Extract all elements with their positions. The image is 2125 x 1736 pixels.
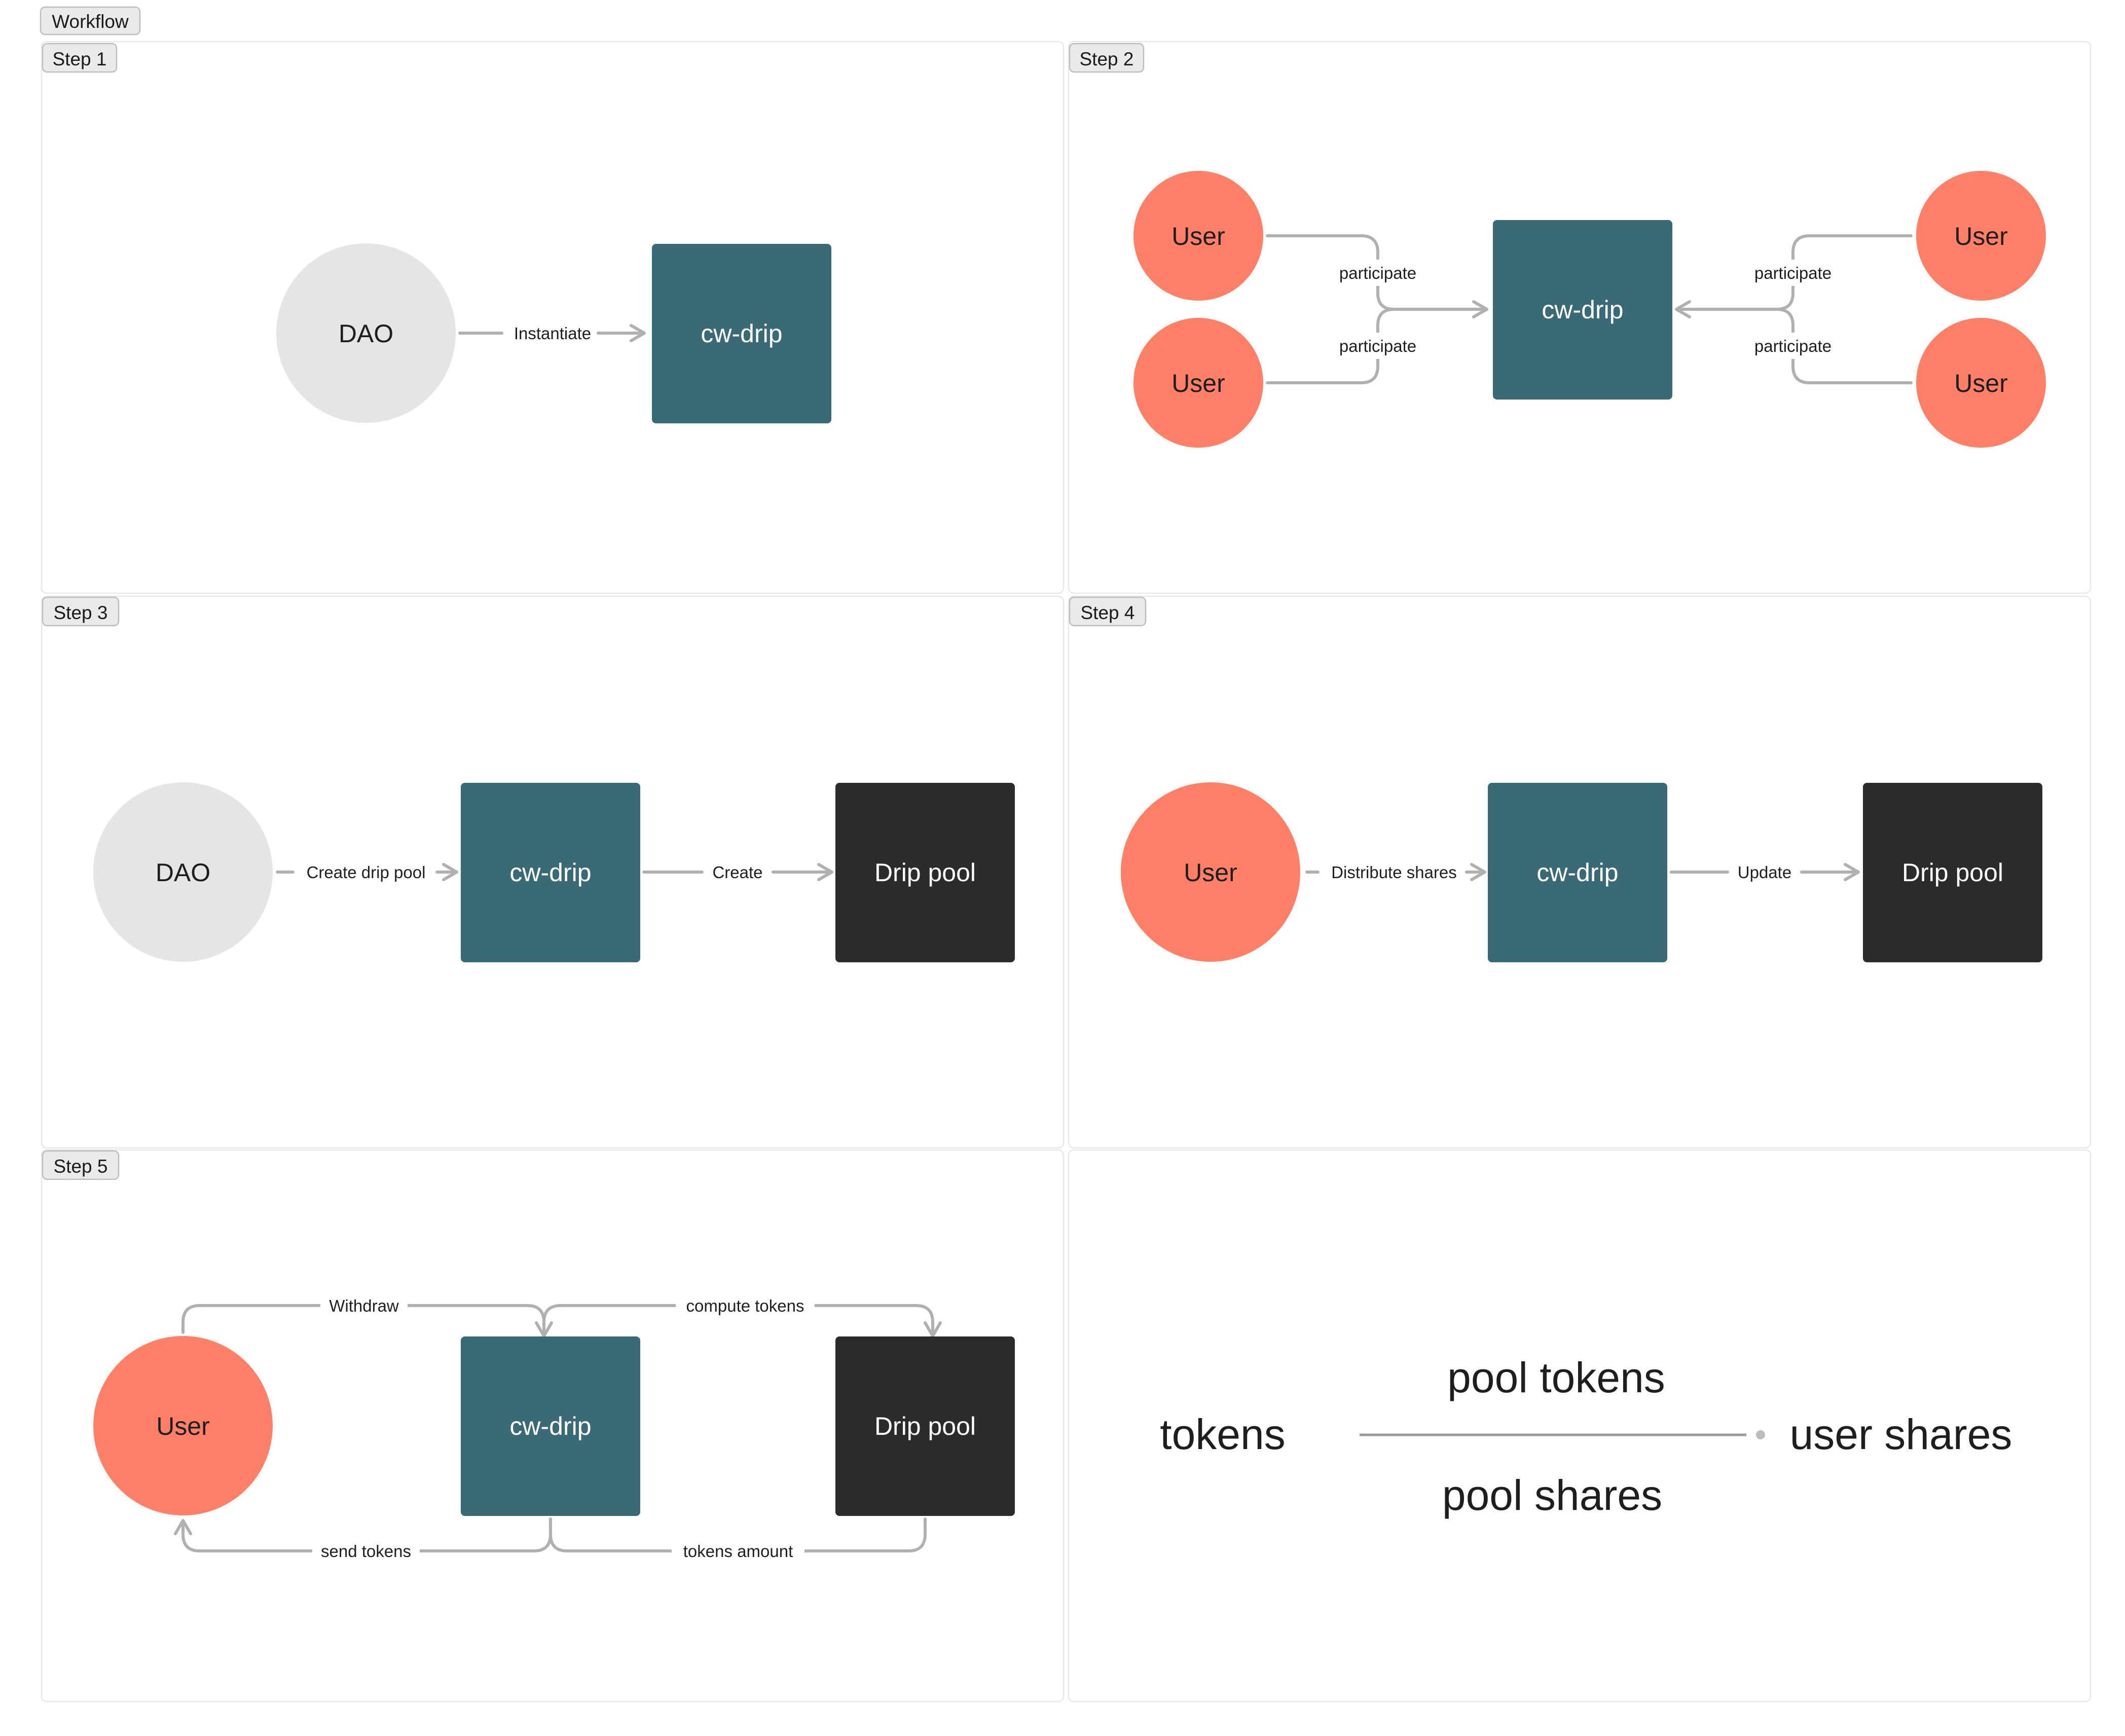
step-4-tag[interactable]: Step 4 <box>1069 596 1147 627</box>
cw-drip-node-label: cw-drip <box>1542 296 1623 324</box>
edge-label-participate-2: participate <box>1339 337 1416 355</box>
drip-pool-node-label: Drip pool <box>1902 858 2003 887</box>
edge-label-participate-1: participate <box>1339 264 1416 282</box>
user-node-2[interactable]: User <box>1133 318 1263 448</box>
cw-drip-node-label: cw-drip <box>701 319 782 348</box>
step-5-label: Step 5 <box>54 1156 108 1177</box>
drip-pool-node[interactable]: Drip pool <box>1863 783 2042 962</box>
edge-label-send-tokens: send tokens <box>321 1542 411 1561</box>
edge-label-create: Create <box>712 863 762 882</box>
edge-label-distribute-shares: Distribute shares <box>1331 863 1457 882</box>
multiply-dot <box>1756 1430 1765 1439</box>
step-1-label: Step 1 <box>53 49 107 69</box>
edge-label-compute-tokens: compute tokens <box>686 1296 804 1315</box>
dao-node-label: DAO <box>156 858 210 887</box>
user-node-3-label: User <box>1954 222 2008 250</box>
dao-node-label: DAO <box>339 319 393 348</box>
step-3-label: Step 3 <box>54 602 108 623</box>
user-node-2-label: User <box>1171 369 1225 397</box>
user-node-label: User <box>1184 858 1237 887</box>
edge-label-tokens-amount: tokens amount <box>683 1542 793 1561</box>
edge-label-participate-4: participate <box>1754 337 1831 355</box>
step-1-tag[interactable]: Step 1 <box>42 43 118 73</box>
step-3-tag[interactable]: Step 3 <box>42 596 120 627</box>
step-4-label: Step 4 <box>1081 602 1135 623</box>
dao-node[interactable]: DAO <box>93 782 273 962</box>
drip-pool-node-label: Drip pool <box>874 858 976 887</box>
edge-label-instantiate: Instantiate <box>514 324 591 343</box>
formula-numerator: pool tokens <box>1447 1354 1665 1401</box>
edge-label-update: Update <box>1738 863 1791 882</box>
step-3-diagram: Create drip pool Create DAO cw-drip Drip… <box>93 782 1015 962</box>
drip-pool-node[interactable]: Drip pool <box>835 783 1015 962</box>
workflow-tag[interactable]: Workflow <box>40 6 141 35</box>
step-2-label: Step 2 <box>1080 49 1134 69</box>
dao-node[interactable]: DAO <box>276 243 456 423</box>
formula-lhs: tokens <box>1160 1410 1286 1458</box>
workflow-title: Workflow <box>52 11 129 32</box>
drip-pool-node-label: Drip pool <box>874 1412 976 1440</box>
cw-drip-node-label: cw-drip <box>1536 858 1618 887</box>
cw-drip-node[interactable]: cw-drip <box>461 783 640 962</box>
user-node[interactable]: User <box>1121 782 1300 962</box>
workflow-canvas: Workflow Step 1 Step 2 Step 3 Step 4 Ste… <box>40 6 2092 1703</box>
drip-pool-node[interactable]: Drip pool <box>835 1336 1015 1516</box>
user-node-4[interactable]: User <box>1916 318 2046 448</box>
cw-drip-node-label: cw-drip <box>509 858 591 887</box>
edge-label-participate-3: participate <box>1754 264 1831 282</box>
formula-denominator: pool shares <box>1442 1471 1662 1519</box>
user-node[interactable]: User <box>93 1336 273 1515</box>
formula-rhs: user shares <box>1790 1410 2012 1458</box>
cw-drip-node-label: cw-drip <box>509 1412 591 1440</box>
step-4-diagram: Distribute shares Update User cw-drip Dr… <box>1121 782 2042 962</box>
step-5-tag[interactable]: Step 5 <box>42 1150 120 1180</box>
edge-label-create-drip-pool: Create drip pool <box>307 863 426 882</box>
user-node-1-label: User <box>1171 222 1225 250</box>
user-node-3[interactable]: User <box>1916 171 2046 301</box>
step-1-frame <box>41 41 1065 594</box>
user-node-1[interactable]: User <box>1133 171 1263 301</box>
step-2-tag[interactable]: Step 2 <box>1069 43 1145 73</box>
cw-drip-node[interactable]: cw-drip <box>1488 783 1667 962</box>
user-node-label: User <box>156 1412 210 1440</box>
user-node-4-label: User <box>1954 369 2008 397</box>
cw-drip-node[interactable]: cw-drip <box>1493 220 1672 400</box>
edge-label-withdraw: Withdraw <box>329 1296 399 1315</box>
cw-drip-node[interactable]: cw-drip <box>652 244 831 423</box>
cw-drip-node[interactable]: cw-drip <box>461 1336 640 1516</box>
